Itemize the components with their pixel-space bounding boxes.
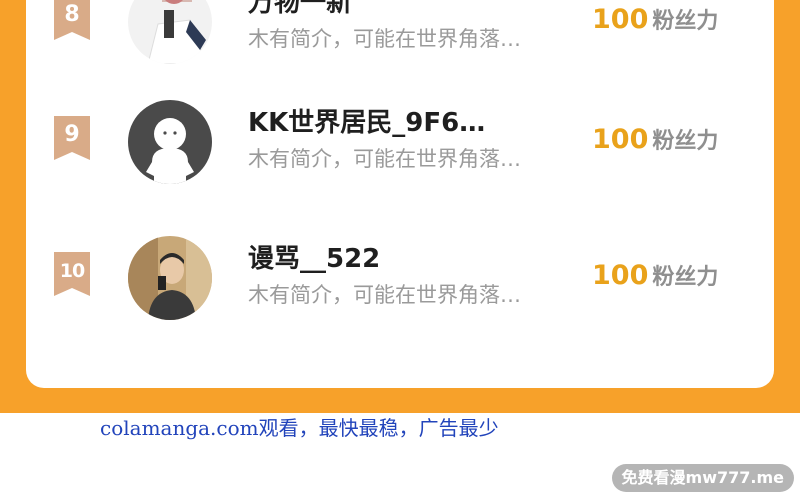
rank-number: 8	[64, 2, 80, 27]
ranking-row[interactable]: 9 KK世界居民_9F6… 木有简介，可能在世界角落… 100 粉丝力	[26, 92, 774, 188]
user-bio: 木有简介，可能在世界角落…	[248, 27, 521, 51]
rank-number: 9	[64, 122, 80, 147]
rank-number: 10	[59, 260, 85, 282]
ranking-row[interactable]: 8 万物一新 木有简介，可能在世界角落… 100 粉丝力	[26, 0, 774, 68]
site-promo-text: colamanga.com观看，最快最稳，广告最少	[100, 416, 499, 440]
rank-badge: 10	[54, 252, 90, 296]
user-name[interactable]: 谩骂__522	[248, 242, 568, 276]
rank-badge: 8	[54, 0, 90, 40]
user-bio: 木有简介，可能在世界角落…	[248, 147, 521, 171]
fans-label: 粉丝力	[652, 265, 719, 290]
user-avatar[interactable]	[128, 236, 212, 320]
fans-power: 100 粉丝力	[592, 2, 762, 38]
ranking-row[interactable]: 10 谩骂__522 木有简介，可能在世界角落… 100 粉丝力	[26, 228, 774, 324]
ranking-card: 8 万物一新 木有简介，可能在世界角落… 100 粉丝力 9 KK世界居民_9F…	[26, 0, 774, 388]
user-bio: 木有简介，可能在世界角落…	[248, 283, 521, 307]
fans-count: 100	[592, 260, 649, 291]
fans-count: 100	[592, 4, 649, 35]
user-name[interactable]: 万物一新	[248, 0, 568, 20]
user-name[interactable]: KK世界居民_9F6…	[248, 106, 568, 140]
fans-power: 100 粉丝力	[592, 122, 762, 158]
default-avatar-icon[interactable]	[128, 100, 212, 184]
user-avatar[interactable]	[128, 0, 212, 64]
fans-power: 100 粉丝力	[592, 258, 762, 294]
fans-label: 粉丝力	[652, 129, 719, 154]
rank-badge: 9	[54, 116, 90, 160]
fans-label: 粉丝力	[652, 9, 719, 34]
fans-count: 100	[592, 124, 649, 155]
watermark-badge: 免费看漫mw777.me	[611, 464, 794, 492]
